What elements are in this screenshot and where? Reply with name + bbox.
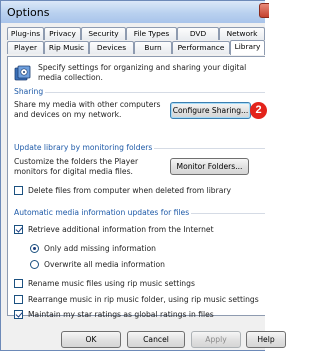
overwrite-all-label: Overwrite all media information <box>44 260 165 269</box>
rename-files-option[interactable]: Rename music files using rip music setti… <box>14 278 195 289</box>
delete-files-option[interactable]: Delete files from computer when deleted … <box>14 185 231 196</box>
maintain-ratings-checkbox[interactable] <box>14 310 23 319</box>
tab-dvd[interactable]: DVD <box>177 27 219 40</box>
delete-files-checkbox[interactable] <box>14 186 23 195</box>
divider <box>14 92 265 93</box>
apply-button[interactable]: Apply <box>191 331 241 348</box>
maintain-ratings-label: Maintain my star ratings as global ratin… <box>28 310 214 319</box>
close-button[interactable] <box>259 3 269 18</box>
tab-burn[interactable]: Burn <box>134 41 172 54</box>
tab-player[interactable]: Player <box>7 41 44 54</box>
tab-performance[interactable]: Performance <box>172 41 230 54</box>
only-add-missing-option[interactable]: Only add missing information <box>30 243 156 254</box>
rearrange-music-checkbox[interactable] <box>14 295 23 304</box>
media-library-icon <box>14 65 31 81</box>
tab-network[interactable]: Network <box>219 27 265 40</box>
tab-devices[interactable]: Devices <box>89 41 134 54</box>
callout-number-badge: 2 <box>250 102 267 119</box>
tab-file-types[interactable]: File Types <box>126 27 177 40</box>
header-description: Specify settings for organizing and shar… <box>38 63 247 82</box>
overwrite-all-radio[interactable] <box>30 260 39 269</box>
tab-security[interactable]: Security <box>81 27 126 40</box>
tab-plug-ins[interactable]: Plug-ins <box>7 27 44 40</box>
monitoring-description: Customize the folders the Player monitor… <box>14 157 139 176</box>
cancel-button[interactable]: Cancel <box>127 331 185 348</box>
library-panel: Specify settings for organizing and shar… <box>7 56 267 319</box>
automatic-group-title: Automatic media information updates for … <box>12 208 192 217</box>
retrieve-info-option[interactable]: Retrieve additional information from the… <box>14 224 214 235</box>
tab-rip-music[interactable]: Rip Music <box>44 41 89 54</box>
retrieve-info-checkbox[interactable] <box>14 225 23 234</box>
rename-files-label: Rename music files using rip music setti… <box>28 279 195 288</box>
options-dialog: Options Plug-ins Privacy Security File T… <box>0 0 286 351</box>
only-add-missing-radio[interactable] <box>30 244 39 253</box>
dialog-footer: OK Cancel Apply Help <box>1 319 286 351</box>
rename-files-checkbox[interactable] <box>14 279 23 288</box>
only-add-missing-label: Only add missing information <box>44 244 156 253</box>
rearrange-music-option[interactable]: Rearrange music in rip music folder, usi… <box>14 294 259 305</box>
monitor-folders-button[interactable]: Monitor Folders... <box>170 158 249 175</box>
rearrange-music-label: Rearrange music in rip music folder, usi… <box>28 295 259 304</box>
title-bar: Options <box>1 1 269 23</box>
delete-files-label: Delete files from computer when deleted … <box>28 186 232 195</box>
sharing-group-title: Sharing <box>12 87 46 96</box>
tab-library[interactable]: Library <box>230 40 265 55</box>
monitoring-group-title: Update library by monitoring folders <box>12 143 155 152</box>
help-button[interactable]: Help <box>246 331 286 348</box>
tab-privacy[interactable]: Privacy <box>44 27 81 40</box>
configure-sharing-button[interactable]: Configure Sharing... <box>170 102 251 119</box>
retrieve-info-label: Retrieve additional information from the… <box>28 225 214 234</box>
overwrite-all-option[interactable]: Overwrite all media information <box>30 259 165 270</box>
tab-strip: Plug-ins Privacy Security File Types DVD… <box>7 27 265 57</box>
window-title: Options <box>7 6 50 19</box>
sharing-description: Share my media with other computers and … <box>14 100 161 119</box>
ok-button[interactable]: OK <box>61 331 121 348</box>
